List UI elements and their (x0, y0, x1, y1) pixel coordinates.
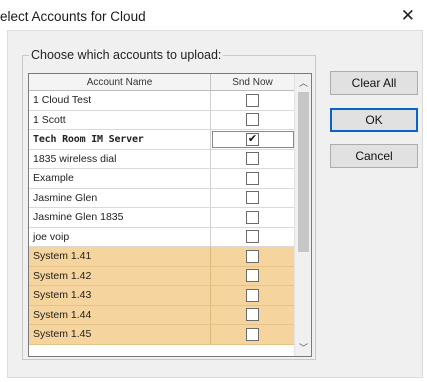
vertical-scrollbar[interactable]: ︿ ﹀ (294, 74, 311, 356)
table-row[interactable]: Jasmine Glen (29, 188, 295, 208)
close-icon[interactable]: ✕ (401, 6, 415, 26)
account-name-cell: joe voip (29, 227, 211, 246)
column-header-account-name[interactable]: Account Name (29, 74, 211, 90)
snd-now-cell (211, 188, 295, 207)
account-name-cell: System 1.45 (29, 325, 211, 344)
snd-now-cell: ✔ (211, 130, 295, 149)
table-row[interactable]: 1 Cloud Test (29, 91, 295, 111)
table-row[interactable]: 1835 wireless dial (29, 149, 295, 169)
account-name-cell: 1835 wireless dial (29, 149, 211, 168)
table-row[interactable]: 1 Scott (29, 110, 295, 130)
table-row[interactable]: System 1.41 (29, 247, 295, 267)
list-header: Account Name Snd Now (29, 74, 295, 91)
cancel-button[interactable]: Cancel (330, 144, 418, 168)
group-legend: Choose which accounts to upload: (31, 48, 222, 62)
snd-now-checkbox[interactable] (246, 210, 259, 224)
snd-now-checkbox[interactable] (246, 191, 259, 205)
snd-now-cell (211, 149, 295, 168)
snd-now-cell (211, 91, 295, 110)
accounts-list[interactable]: Account Name Snd Now 1 Cloud Test 1 Scott… (28, 73, 312, 357)
account-name-cell: System 1.41 (29, 247, 211, 266)
scroll-thumb[interactable] (298, 92, 309, 252)
account-name-cell: System 1.42 (29, 266, 211, 285)
table-row[interactable]: Example (29, 169, 295, 189)
account-name-cell: Tech Room IM Server (29, 130, 211, 149)
table-row[interactable]: System 1.43 (29, 286, 295, 306)
dialog-title: elect Accounts for Cloud (0, 9, 146, 24)
snd-now-checkbox[interactable] (246, 113, 259, 127)
snd-now-cell (211, 305, 295, 324)
snd-now-cell (211, 325, 295, 344)
list-rows: 1 Cloud Test 1 Scott Tech Room IM Server ✔ 1… (29, 91, 295, 345)
checkmark-icon: ✔ (247, 132, 258, 145)
table-row[interactable]: System 1.42 (29, 266, 295, 286)
snd-now-checkbox[interactable] (246, 249, 259, 263)
scroll-up-icon[interactable]: ︿ (295, 74, 311, 91)
snd-now-checkbox[interactable] (246, 171, 259, 185)
snd-now-cell (211, 110, 295, 129)
table-row[interactable]: System 1.44 (29, 305, 295, 325)
account-name-cell: Jasmine Glen 1835 (29, 208, 211, 227)
snd-now-cell (211, 208, 295, 227)
table-row[interactable]: Jasmine Glen 1835 (29, 208, 295, 228)
dialog-body: Choose which accounts to upload: Account… (7, 30, 423, 378)
account-name-cell: 1 Cloud Test (29, 91, 211, 110)
snd-now-cell (211, 169, 295, 188)
snd-now-checkbox[interactable] (246, 230, 259, 244)
account-name-cell: 1 Scott (29, 110, 211, 129)
account-name-cell: Example (29, 169, 211, 188)
snd-now-checkbox[interactable] (246, 93, 259, 107)
scroll-down-icon[interactable]: ﹀ (295, 339, 311, 356)
account-name-cell: Jasmine Glen (29, 188, 211, 207)
snd-now-cell (211, 227, 295, 246)
table-row[interactable]: System 1.45 (29, 325, 295, 345)
snd-now-cell (211, 247, 295, 266)
snd-now-cell (211, 286, 295, 305)
table-row[interactable]: joe voip (29, 227, 295, 247)
snd-now-checkbox[interactable] (246, 269, 259, 283)
account-name-cell: System 1.44 (29, 305, 211, 324)
snd-now-cell (211, 266, 295, 285)
account-name-cell: System 1.43 (29, 286, 211, 305)
select-accounts-dialog: elect Accounts for Cloud ✕ Choose which … (0, 0, 427, 382)
column-header-snd-now[interactable]: Snd Now (211, 74, 295, 90)
ok-button[interactable]: OK (330, 108, 418, 132)
snd-now-checkbox[interactable] (246, 288, 259, 302)
snd-now-checkbox[interactable]: ✔ (246, 132, 259, 146)
clear-all-button[interactable]: Clear All (330, 71, 418, 95)
snd-now-checkbox[interactable] (246, 152, 259, 166)
table-row[interactable]: Tech Room IM Server ✔ (29, 130, 295, 150)
snd-now-checkbox[interactable] (246, 308, 259, 322)
snd-now-checkbox[interactable] (246, 327, 259, 341)
